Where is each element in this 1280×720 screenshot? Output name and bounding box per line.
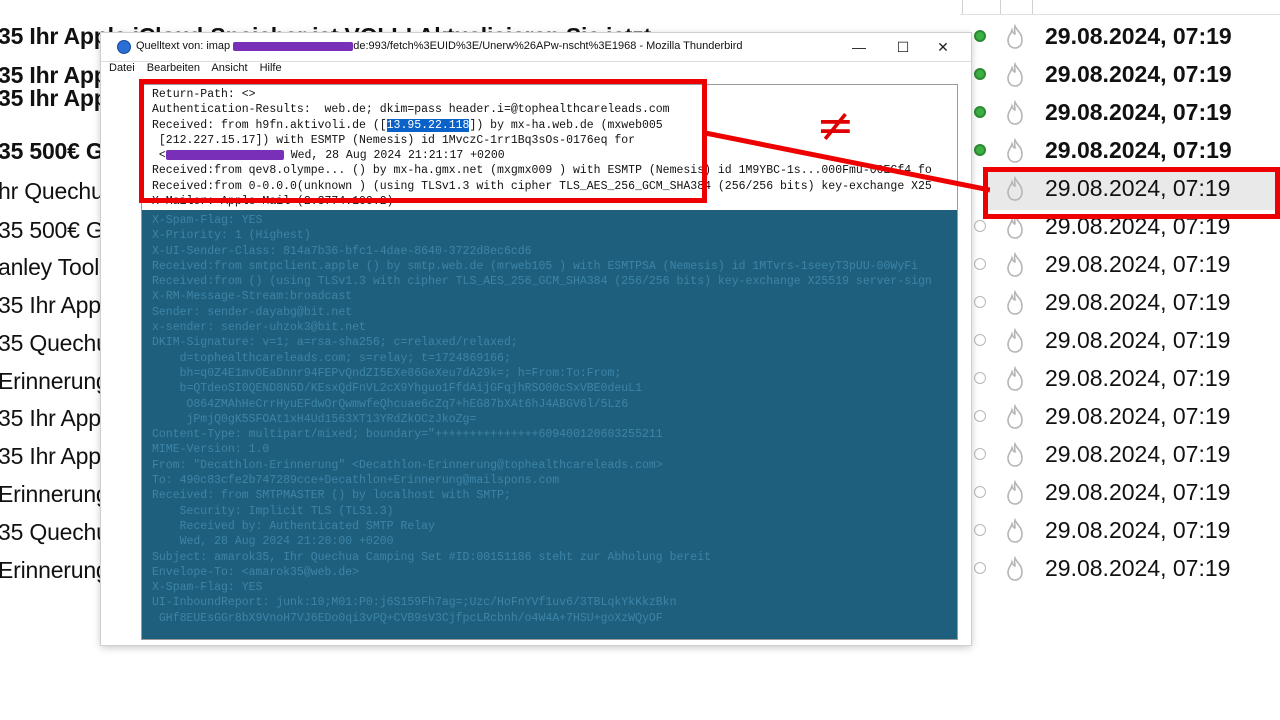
read-dot-icon[interactable] [974,334,986,346]
junk-flame-icon[interactable] [1004,328,1026,354]
obscured-line: X-Spam-Flag: YES [152,581,263,595]
junk-flame-icon[interactable] [1004,366,1026,392]
junk-flame-icon[interactable] [1004,290,1026,316]
list-item-subject[interactable]: Erinnerung [0,368,109,395]
obscured-line: MIME-Version: 1.0 [152,443,270,457]
obscured-line: O864ZMAhHeCrrHyuEFdwOrQwmwfeQhcuae6cZq7+… [152,397,629,411]
list-item-date[interactable]: 29.08.2024, 07:19 [1045,23,1232,50]
read-dot-icon[interactable] [974,296,986,308]
menu-bearbeiten[interactable]: Bearbeiten [147,62,200,74]
obscured-line: X-Priority: 1 (Highest) [152,229,311,243]
list-item-date[interactable]: 29.08.2024, 07:19 [1045,365,1230,392]
list-item-date[interactable]: 29.08.2024, 07:19 [1045,403,1230,430]
obscured-line: X-RM-Message-Stream:broadcast [152,290,353,304]
menu-ansicht[interactable]: Ansicht [211,62,247,74]
obscured-line: X-Spam-Flag: YES [152,214,263,227]
read-dot-icon[interactable] [974,372,986,384]
list-item-date[interactable]: 29.08.2024, 07:19 [1045,517,1230,544]
not-equal-symbol: ≠ [816,98,855,152]
title-bar: Quelltext von: imap de:993/fetch%3EUID%3… [101,33,971,62]
list-header [960,0,1280,15]
obscured-line: Received: from SMTPMASTER () by localhos… [152,489,511,503]
list-item-date[interactable]: 29.08.2024, 07:19 [1045,251,1230,278]
list-item-date[interactable]: 29.08.2024, 07:19 [1045,99,1232,126]
redacted-bar [233,41,354,51]
read-dot-icon[interactable] [974,486,986,498]
obscured-line: Security: Implicit TLS (TLS1.3) [152,504,394,518]
junk-flame-icon[interactable] [1004,404,1026,430]
obscured-line: DKIM-Signature: v=1; a=rsa-sha256; c=rel… [152,336,518,350]
read-dot-icon[interactable] [974,258,986,270]
unread-dot-icon[interactable] [974,68,986,80]
obscured-line: Received by: Authenticated SMTP Relay [152,519,435,533]
list-item-subject[interactable]: hr Quechua [0,178,116,205]
menu-hilfe[interactable]: Hilfe [260,62,282,74]
read-dot-icon[interactable] [974,410,986,422]
list-item-date[interactable]: 29.08.2024, 07:19 [1045,137,1232,164]
maximize-button[interactable]: ☐ [889,37,917,57]
list-item-subject[interactable]: anley Tools [0,254,111,281]
obscured-line: To: 490c83cfe2b747289cce+Decathlon+Erinn… [152,474,560,488]
list-item-subject[interactable]: Erinnerung [0,557,109,584]
list-item-date[interactable]: 29.08.2024, 07:19 [1045,327,1230,354]
junk-flame-icon[interactable] [1004,480,1026,506]
annotation-box-date [983,167,1280,219]
read-dot-icon[interactable] [974,562,986,574]
obscured-line: jPmjQ0gK5SFOAt1xH4Ud1563XT13YRdZkOCzJkoZ… [152,412,477,426]
junk-flame-icon[interactable] [1004,556,1026,582]
obscured-headers: X-Spam-Flag: YES X-Priority: 1 (Highest)… [142,210,957,639]
obscured-line: Envelope-To: <amarok35@web.de> [152,565,360,579]
obscured-line: Subject: amarok35, Ihr Quechua Camping S… [152,550,711,564]
obscured-line: Wed, 28 Aug 2024 21:20:00 +0200 [152,535,394,549]
junk-flame-icon[interactable] [1004,138,1026,164]
obscured-line: Sender: sender-dayabg@bit.net [152,305,353,319]
list-item-subject[interactable]: Erinnerung [0,481,109,508]
menu-datei[interactable]: Datei [109,62,135,74]
annotation-box-header [139,79,707,203]
read-dot-icon[interactable] [974,448,986,460]
list-item-date[interactable]: 29.08.2024, 07:19 [1045,479,1230,506]
list-item-date[interactable]: 29.08.2024, 07:19 [1045,441,1230,468]
obscured-line: d=tophealthcareleads.com; s=relay; t=172… [152,351,511,365]
unread-dot-icon[interactable] [974,106,986,118]
junk-flame-icon[interactable] [1004,24,1026,50]
obscured-line: GHf8EUEsGGr8bX9VnoH7VJ6EDo0qi3vPQ+CVB9sV… [152,611,663,625]
list-item-date[interactable]: 29.08.2024, 07:19 [1045,61,1232,88]
thunderbird-icon [117,40,131,54]
window-title: Quelltext von: imap de:993/fetch%3EUID%3… [136,40,743,52]
minimize-button[interactable]: — [845,37,873,57]
junk-flame-icon[interactable] [1004,442,1026,468]
read-dot-icon[interactable] [974,220,986,232]
obscured-line: x-sender: sender-uhzok3@bit.net [152,321,366,335]
obscured-line: Received:from () (using TLSv1.3 with cip… [152,275,932,289]
junk-flame-icon[interactable] [1004,252,1026,278]
junk-flame-icon[interactable] [1004,62,1026,88]
obscured-line: Received:from smtpclient.apple () by smt… [152,259,919,273]
obscured-line: X-UI-Sender-Class: 814a7b36-bfc1-4dae-86… [152,244,532,258]
junk-flame-icon[interactable] [1004,100,1026,126]
obscured-line: Content-Type: multipart/mixed; boundary=… [152,428,663,442]
obscured-line: UI-InboundReport: junk:10;M01:P0:j6S159F… [152,596,677,610]
close-button[interactable]: ✕ [929,37,957,57]
obscured-line: bh=q0Z4E1mvOEaDnnr94FEPvQndZI5EXe86GeXeu… [152,366,622,380]
unread-dot-icon[interactable] [974,30,986,42]
junk-flame-icon[interactable] [1004,518,1026,544]
list-item-date[interactable]: 29.08.2024, 07:19 [1045,289,1230,316]
obscured-line: From: "Decathlon-Erinnerung" <Decathlon-… [152,458,663,472]
menu-bar: Datei Bearbeiten Ansicht Hilfe [109,62,291,80]
obscured-line: b=QTdeoSI0QEND8N5D/KEsxQdFnVL2cX9Yhguo1F… [152,382,642,396]
list-item-date[interactable]: 29.08.2024, 07:19 [1045,555,1230,582]
read-dot-icon[interactable] [974,524,986,536]
